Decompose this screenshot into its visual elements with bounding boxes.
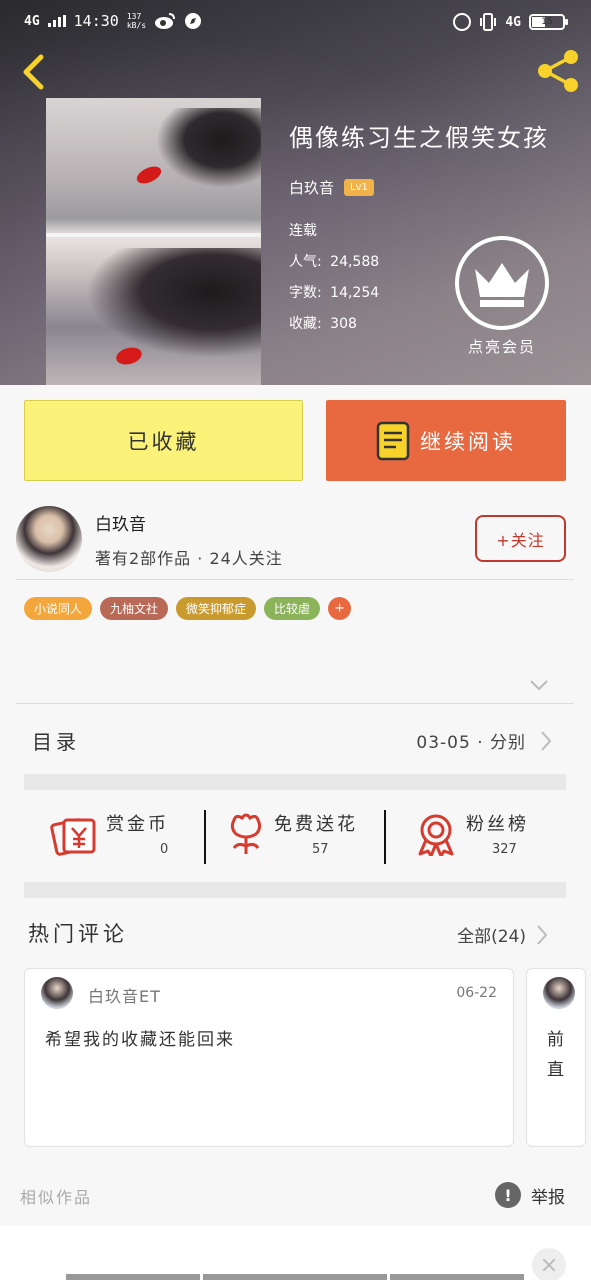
status-bar: 4G 14:30 137 kB/s 4G 15 <box>0 0 591 46</box>
continue-reading-button[interactable]: 继续阅读 <box>326 400 566 481</box>
popularity-value: 24,588 <box>330 254 380 270</box>
medal-icon <box>418 814 454 856</box>
all-comments-link[interactable]: 全部(24) <box>457 922 526 947</box>
author-level-badge: Lv1 <box>344 179 374 196</box>
continue-reading-label: 继续阅读 <box>420 429 516 454</box>
send-flowers-label: 免费送花 <box>274 814 358 835</box>
report-label: 举报 <box>531 1187 565 1208</box>
vip-label: 点亮会员 <box>467 338 536 356</box>
follow-label: +关注 <box>496 530 545 550</box>
chevron-right-icon[interactable] <box>536 924 548 946</box>
share-icon[interactable] <box>535 48 581 94</box>
report-button[interactable]: ! 举报 <box>495 1182 565 1208</box>
popularity-label: 人气: <box>289 254 322 270</box>
network-type-right: 4G <box>505 14 521 30</box>
book-author[interactable]: 白玖音 <box>289 177 334 198</box>
comments-header: 热门评论 全部(24) <box>28 918 566 952</box>
reward-coins-count: 0 <box>160 842 169 857</box>
author-summary: 著有2部作品 · 24人关注 <box>95 549 283 568</box>
author-name: 白玖音 <box>95 515 146 535</box>
avatar[interactable] <box>41 977 73 1009</box>
words-value: 14,254 <box>330 285 380 301</box>
send-flowers-count: 57 <box>312 842 329 857</box>
author-card[interactable]: 白玖音 著有2部作品 · 24人关注 +关注 <box>0 498 591 580</box>
chevron-down-icon[interactable] <box>528 678 550 692</box>
avatar[interactable] <box>16 506 82 572</box>
network-type: 4G <box>24 13 40 29</box>
comment-card[interactable]: 白玖音ET 06-22 希望我的收藏还能回来 <box>24 968 514 1147</box>
signal-icon <box>47 15 66 27</box>
send-flowers-button[interactable]: 免费送花 57 <box>222 800 382 870</box>
scrollbar[interactable] <box>66 1274 200 1280</box>
tag[interactable]: 比较虐 <box>264 597 321 620</box>
book-title: 偶像练习生之假笑女孩 <box>289 124 549 152</box>
crown-icon <box>475 263 529 307</box>
compass-icon <box>185 13 202 29</box>
book-cover[interactable] <box>46 98 261 385</box>
fans-ranking-button[interactable]: 粉丝榜 327 <box>414 800 564 870</box>
chevron-right-icon <box>541 731 552 751</box>
favorited-button[interactable]: 已收藏 <box>24 400 303 481</box>
alarm-icon <box>453 13 472 31</box>
catalog-label: 目录 <box>32 730 80 754</box>
words-label: 字数: <box>289 285 322 301</box>
net-speed: 137 kB/s <box>126 12 147 30</box>
tag[interactable]: 九柚文社 <box>100 597 169 620</box>
comments-title: 热门评论 <box>28 922 128 946</box>
bottom-panel <box>0 1226 591 1280</box>
similar-works-label[interactable]: 相似作品 <box>20 1184 92 1208</box>
fans-ranking-count: 327 <box>492 842 517 857</box>
comment-user[interactable]: 白玖音ET <box>88 983 161 1007</box>
tag[interactable]: 微笑抑郁症 <box>176 597 257 620</box>
catalog-row[interactable]: 目录 03-05 · 分别 <box>24 704 566 774</box>
reward-coins-button[interactable]: 赏金币 0 <box>50 800 200 870</box>
tag-list: 小说同人 九柚文社 微笑抑郁症 比较虐 + <box>24 597 352 620</box>
weibo-icon <box>155 13 176 29</box>
vip-button[interactable]: 点亮会员 <box>455 236 549 357</box>
fans-ranking-label: 粉丝榜 <box>466 814 529 835</box>
follow-button[interactable]: +关注 <box>475 515 566 562</box>
tag[interactable]: 小说同人 <box>24 597 93 620</box>
reward-coins-label: 赏金币 <box>106 814 169 835</box>
comment-text: 前直 <box>547 1030 566 1080</box>
close-icon[interactable] <box>532 1248 566 1280</box>
favorites-label: 收藏: <box>289 316 322 332</box>
divider <box>204 810 206 864</box>
red-envelope-icon <box>50 818 96 856</box>
section-separator <box>24 774 566 790</box>
divider <box>16 579 574 580</box>
comment-card[interactable]: 前直 <box>526 968 586 1147</box>
flower-icon <box>230 813 262 854</box>
section-separator <box>24 882 566 898</box>
vibrate-icon <box>480 13 497 31</box>
clock: 14:30 <box>73 12 119 30</box>
favorited-label: 已收藏 <box>127 429 200 454</box>
scrollbar[interactable] <box>390 1274 524 1280</box>
scrollbar[interactable] <box>203 1274 387 1280</box>
comment-date: 06-22 <box>456 985 497 1001</box>
book-icon <box>376 421 410 460</box>
battery-icon: 15 <box>529 14 568 30</box>
back-icon[interactable] <box>16 52 50 92</box>
avatar[interactable] <box>543 977 575 1009</box>
more-tags-button[interactable]: + <box>328 597 352 620</box>
comment-text: 希望我的收藏还能回来 <box>45 1030 235 1050</box>
book-status: 连载 <box>289 223 317 239</box>
alert-icon: ! <box>495 1182 521 1208</box>
stats-row: 赏金币 0 免费送花 57 粉丝榜 327 <box>24 800 566 870</box>
favorites-value: 308 <box>330 316 357 332</box>
latest-chapter: 03-05 · 分别 <box>416 733 526 753</box>
divider <box>384 810 386 864</box>
book-header: 4G 14:30 137 kB/s 4G 15 偶像练习生之假笑女孩 白玖音 L… <box>0 0 591 385</box>
